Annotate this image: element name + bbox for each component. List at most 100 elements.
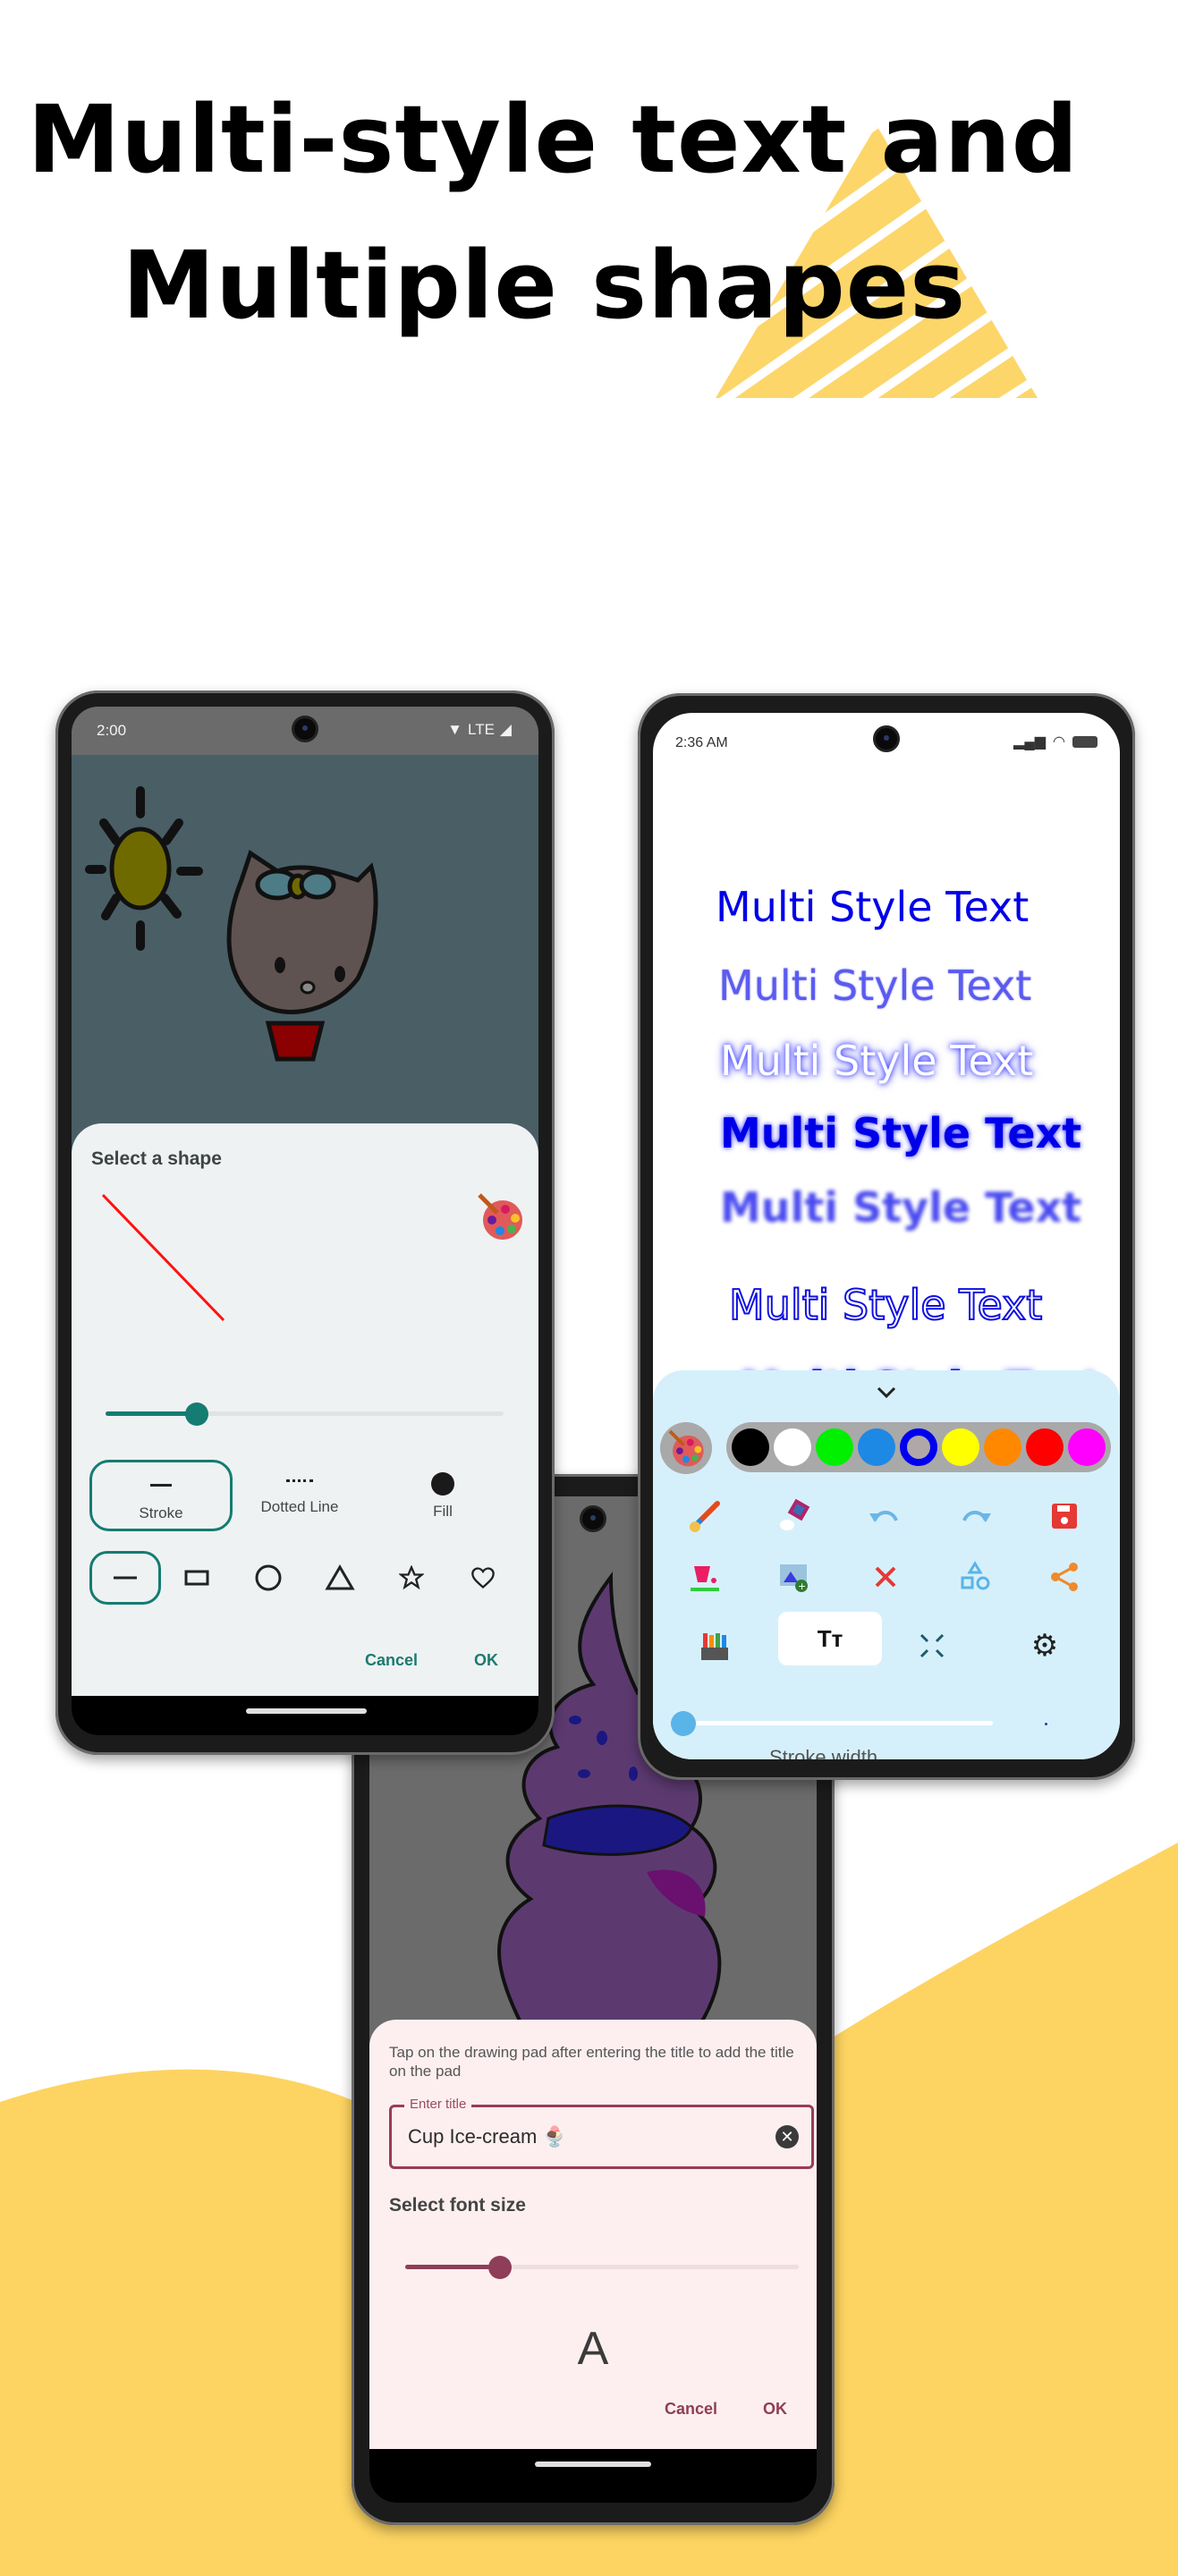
style-stroke[interactable]: Stroke bbox=[89, 1460, 233, 1531]
shape-circle[interactable] bbox=[233, 1551, 304, 1605]
styled-text-regular[interactable]: Multi Style Text bbox=[716, 883, 1029, 931]
slider-thumb[interactable] bbox=[185, 1402, 209, 1426]
undo-icon[interactable] bbox=[859, 1491, 912, 1541]
stroke-width-label: Stroke width bbox=[769, 1746, 878, 1759]
slider-thumb[interactable] bbox=[671, 1711, 696, 1736]
ok-button[interactable]: OK bbox=[474, 1651, 498, 1670]
brush-icon[interactable] bbox=[678, 1491, 732, 1541]
settings-icon[interactable]: ⚙ bbox=[1018, 1621, 1072, 1671]
slider-thumb[interactable] bbox=[487, 2256, 512, 2279]
stroke-preview-dot bbox=[1045, 1723, 1047, 1725]
signal-icon: ◢ bbox=[499, 721, 512, 738]
shape-options bbox=[89, 1551, 528, 1608]
styled-text-glow[interactable]: Multi Style Text bbox=[720, 1037, 1033, 1085]
style-label: Stroke bbox=[139, 1504, 183, 1521]
style-options: Stroke Dotted Line Fill bbox=[89, 1460, 528, 1533]
style-label: Fill bbox=[433, 1503, 453, 1520]
style-fill[interactable]: Fill bbox=[371, 1460, 514, 1531]
stroke-width-slider[interactable] bbox=[106, 1401, 504, 1428]
svg-text:+: + bbox=[798, 1580, 806, 1592]
shape-preview bbox=[101, 1193, 225, 1322]
tool-panel: + Tт ⚙ Stroke width bbox=[653, 1370, 1120, 1759]
fill-bucket-icon[interactable] bbox=[678, 1552, 732, 1602]
color-swatch[interactable] bbox=[732, 1428, 769, 1466]
color-swatch[interactable] bbox=[858, 1428, 895, 1466]
dialog-title: Select a shape bbox=[91, 1148, 222, 1169]
color-swatch[interactable] bbox=[1026, 1428, 1064, 1466]
styled-text-outline[interactable]: Multi Style Text bbox=[728, 1280, 1043, 1330]
styled-text-soft[interactable]: Multi Style Text bbox=[718, 962, 1031, 1010]
phone-left: 2:00 ▼ LTE ◢ Select a shape Stroke Dotte… bbox=[55, 691, 555, 1755]
color-swatch[interactable] bbox=[1068, 1428, 1106, 1466]
hello-kitty-drawing bbox=[85, 786, 378, 1062]
color-swatch[interactable] bbox=[942, 1428, 979, 1466]
nav-bar bbox=[72, 1696, 538, 1735]
shape-line[interactable] bbox=[89, 1551, 161, 1605]
status-time: 2:00 bbox=[97, 722, 127, 739]
circle-icon bbox=[255, 1564, 282, 1591]
camera-icon bbox=[873, 725, 900, 752]
clear-circle-icon[interactable]: ✕ bbox=[775, 2125, 799, 2148]
slider-fill bbox=[106, 1411, 198, 1416]
nav-bar bbox=[369, 2449, 817, 2503]
title-input-value[interactable]: Cup Ice-cream 🍨 bbox=[408, 2125, 567, 2148]
status-bar: 2:00 ▼ LTE ◢ bbox=[72, 707, 538, 755]
styled-text-bold-shadow[interactable]: Multi Style Text bbox=[720, 1109, 1081, 1157]
filled-circle-icon bbox=[431, 1472, 454, 1496]
shape-star[interactable] bbox=[376, 1551, 447, 1605]
palette-icon[interactable] bbox=[660, 1422, 712, 1474]
style-dotted-line[interactable]: Dotted Line bbox=[228, 1460, 371, 1531]
home-indicator[interactable] bbox=[246, 1708, 367, 1714]
triangle-icon bbox=[325, 1564, 355, 1590]
share-icon[interactable] bbox=[1038, 1552, 1091, 1602]
text-canvas[interactable]: Multi Style Text Multi Style Text Multi … bbox=[653, 767, 1120, 1412]
save-icon[interactable] bbox=[1038, 1491, 1091, 1541]
home-indicator[interactable] bbox=[535, 2462, 651, 2467]
slider-fill bbox=[405, 2265, 500, 2269]
cancel-button[interactable]: Cancel bbox=[665, 2400, 717, 2419]
crayons-icon[interactable] bbox=[689, 1621, 742, 1671]
shape-heart[interactable] bbox=[447, 1551, 519, 1605]
signal-icon: ▂▄▆ bbox=[1013, 734, 1047, 750]
cancel-button[interactable]: Cancel bbox=[365, 1651, 418, 1670]
phone-right: 2:36 AM ▂▄▆ ◠ Multi Style Text Multi Sty… bbox=[638, 693, 1135, 1780]
slider-track bbox=[671, 1721, 993, 1725]
color-swatch[interactable] bbox=[900, 1428, 937, 1466]
star-icon bbox=[399, 1565, 424, 1590]
phone-right-screen: 2:36 AM ▂▄▆ ◠ Multi Style Text Multi Sty… bbox=[653, 713, 1120, 1759]
wifi-icon: ▼ bbox=[447, 721, 462, 738]
status-time: 2:36 AM bbox=[675, 735, 728, 750]
styled-text-blur[interactable]: Multi Style Text bbox=[720, 1183, 1081, 1232]
eraser-icon[interactable] bbox=[767, 1491, 821, 1541]
color-swatch[interactable] bbox=[816, 1428, 853, 1466]
fullscreen-icon[interactable] bbox=[905, 1621, 959, 1671]
select-shape-dialog: Select a shape Stroke Dotted Line Fill C… bbox=[72, 1123, 538, 1696]
palette-icon[interactable] bbox=[476, 1191, 524, 1241]
stroke-width-slider[interactable] bbox=[671, 1710, 1047, 1737]
line-icon bbox=[114, 1576, 137, 1580]
font-size-slider[interactable] bbox=[405, 2254, 799, 2281]
text-style-button[interactable]: Tт bbox=[778, 1612, 882, 1665]
drawing-canvas[interactable] bbox=[72, 755, 538, 1131]
color-swatch[interactable] bbox=[774, 1428, 811, 1466]
status-bar: 2:36 AM ▂▄▆ ◠ bbox=[653, 713, 1120, 767]
chevron-down-icon[interactable] bbox=[873, 1383, 900, 1402]
add-image-icon[interactable]: + bbox=[767, 1552, 821, 1602]
clear-icon[interactable] bbox=[859, 1552, 912, 1602]
shape-rectangle[interactable] bbox=[161, 1551, 233, 1605]
heart-icon bbox=[471, 1567, 495, 1589]
color-swatch[interactable] bbox=[984, 1428, 1021, 1466]
dialog-hint: Tap on the drawing pad after entering th… bbox=[389, 2044, 794, 2080]
redo-icon[interactable] bbox=[948, 1491, 1002, 1541]
dotted-line-icon bbox=[286, 1479, 313, 1482]
text-style-icon: Tт bbox=[817, 1624, 843, 1652]
shapes-icon[interactable] bbox=[948, 1552, 1002, 1602]
ok-button[interactable]: OK bbox=[763, 2400, 787, 2419]
title-input[interactable]: Enter title Cup Ice-cream 🍨 ✕ bbox=[389, 2097, 814, 2169]
shape-triangle[interactable] bbox=[304, 1551, 376, 1605]
style-label: Dotted Line bbox=[260, 1498, 339, 1515]
color-swatches bbox=[726, 1422, 1111, 1472]
add-title-dialog: Tap on the drawing pad after entering th… bbox=[369, 2020, 817, 2449]
wifi-icon: ◠ bbox=[1053, 734, 1065, 750]
network-label: LTE bbox=[468, 721, 495, 738]
